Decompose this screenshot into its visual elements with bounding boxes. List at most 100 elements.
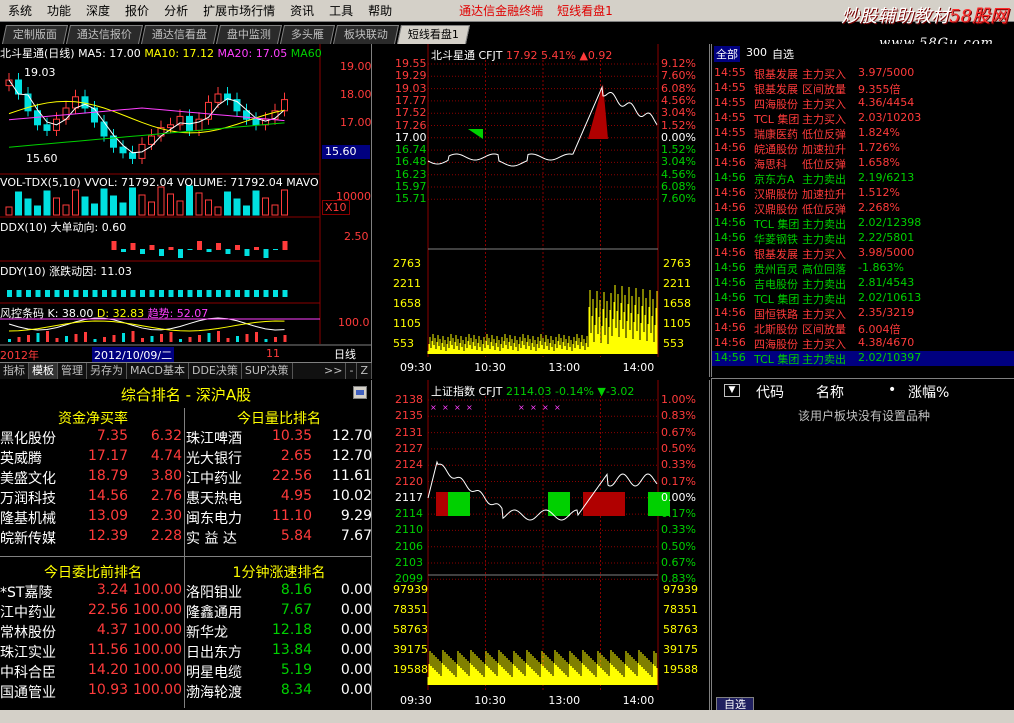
ticker-row[interactable]: 14:56 四海股份 主力买入 4.38/4670 [712, 336, 1014, 351]
ranking-row[interactable]: 珠江啤酒 10.35 12.70 [186, 428, 372, 448]
ranking-row[interactable]: 国通管业 10.93 100.00 [0, 682, 186, 702]
ticker-row[interactable]: 14:56 北斯股份 区间放量 6.004倍 [712, 321, 1014, 336]
ranking-row[interactable]: 光大银行 2.65 12.70 [186, 448, 372, 468]
ranking-row[interactable]: 珠江实业 11.56 100.00 [0, 642, 186, 662]
menu-4[interactable]: 分析 [156, 2, 195, 19]
menu-7[interactable]: 工具 [321, 2, 360, 19]
ticker-row[interactable]: 14:56 海思科 低位反弹 1.658% [712, 156, 1014, 171]
ticker-row[interactable]: 14:56 汉鼎股份 低位反弹 2.268% [712, 201, 1014, 216]
ranking-row[interactable]: 惠天热电 4.95 10.02 [186, 488, 372, 508]
ranking-row[interactable]: 日出东方 13.84 0.00 [186, 642, 372, 662]
indicator-tab-0[interactable]: 指标 [0, 363, 29, 379]
menu-2[interactable]: 深度 [78, 2, 117, 19]
ddx-bar [168, 247, 174, 250]
ticker-time: 14:56 [714, 171, 746, 184]
layout-tab-6[interactable]: 短线看盘1 [396, 25, 471, 44]
intraday-chart-index[interactable]: × × × × × × × × [373, 380, 710, 710]
ranking-row[interactable]: 英威腾 17.17 4.74 [0, 448, 186, 468]
ranking-row[interactable]: 美盛文化 18.79 3.80 [0, 468, 186, 488]
indicator-tab-8[interactable]: - [346, 363, 358, 379]
ticker-row[interactable]: 14:56 TCL 集团 主力卖出 2.02/12398 [712, 216, 1014, 231]
ticker-row[interactable]: 14:56 TCL 集团 主力卖出 2.02/10397 [712, 351, 1014, 366]
menu-8[interactable]: 帮助 [360, 2, 399, 19]
ticker-tab-all[interactable]: 全部 [714, 46, 740, 62]
indicator-tab-2[interactable]: 管理 [58, 363, 87, 379]
indicator-tab-4[interactable]: MACD基本 [127, 363, 189, 379]
layout-tab-2[interactable]: 通达信看盘 [140, 25, 219, 44]
menu-5[interactable]: 扩展市场行情 [195, 2, 282, 19]
watch-col-pct[interactable]: 涨幅% [908, 382, 949, 402]
ticker-row[interactable]: 14:56 TCL 集团 主力卖出 2.02/10613 [712, 291, 1014, 306]
watch-col-name[interactable]: 名称 [816, 382, 844, 402]
ranking-row[interactable]: 江中药业 22.56 100.00 [0, 602, 186, 622]
menu-highlight-1[interactable]: 短线看盘1 [557, 2, 613, 19]
indicator-tab-1[interactable]: 模板 [29, 363, 58, 379]
ticker-row[interactable]: 14:56 贵州百灵 高位回落 -1.863% [712, 261, 1014, 276]
ranking-row[interactable]: 新华龙 12.18 0.00 [186, 622, 372, 642]
ranking-row[interactable]: 皖新传媒 12.39 2.28 [0, 528, 186, 548]
ticker-row[interactable]: 14:56 汉鼎股份 加速拉升 1.512% [712, 186, 1014, 201]
ddx-bar [187, 249, 193, 250]
ranking-row[interactable]: 常林股份 4.37 100.00 [0, 622, 186, 642]
ticker-row[interactable]: 14:55 瑞康医药 低位反弹 1.824% [712, 126, 1014, 141]
ticker-row[interactable]: 14:56 华菱钢铁 主力卖出 2.22/5801 [712, 231, 1014, 246]
ticker-row[interactable]: 14:55 银基发展 区间放量 9.355倍 [712, 81, 1014, 96]
layout-tab-5[interactable]: 板块联动 [332, 25, 400, 44]
ticker-row[interactable]: 14:56 国恒铁路 主力买入 2.35/3219 [712, 306, 1014, 321]
ddy-bar [45, 290, 50, 297]
ranking-row[interactable]: 明星电缆 5.19 0.00 [186, 662, 372, 682]
ticker-row[interactable]: 14:55 四海股份 主力买入 4.36/4454 [712, 96, 1014, 111]
ranking-row[interactable]: 隆鑫通用 7.67 0.00 [186, 602, 372, 622]
menu-3[interactable]: 报价 [117, 2, 156, 19]
intraday2-time-label: 14:00 [622, 694, 655, 707]
watch-col-code[interactable]: 代码 [756, 382, 784, 402]
ranking-row[interactable]: 江中药业 22.56 11.61 [186, 468, 372, 488]
watch-tab-self[interactable]: 自选 [716, 697, 754, 711]
ticker-event: 主力买入 [802, 98, 846, 111]
ranking-row[interactable]: 闽东电力 11.10 9.29 [186, 508, 372, 528]
ticker-row[interactable]: 14:56 银基发展 主力买入 3.98/5000 [712, 246, 1014, 261]
indicator-tab-9[interactable]: Z [357, 363, 372, 379]
kline-period[interactable]: 日线 [334, 346, 356, 362]
menu-highlight-0[interactable]: 通达信金融终端 [459, 2, 543, 19]
ticker-row[interactable]: 14:56 吉电股份 主力卖出 2.81/4543 [712, 276, 1014, 291]
kd-bar [226, 338, 230, 342]
ticker-event: 低位反弹 [802, 128, 846, 141]
layout-tab-3[interactable]: 盘中监测 [215, 25, 283, 44]
ticker-row[interactable]: 14:55 银基发展 主力买入 3.97/5000 [712, 66, 1014, 81]
layout-tab-1[interactable]: 通达信报价 [65, 25, 144, 44]
intraday1-price-label: 17.26 [395, 118, 427, 132]
ranking-row[interactable]: 万润科技 14.56 2.76 [0, 488, 186, 508]
menu-1[interactable]: 功能 [39, 2, 78, 19]
indicator-tab-3[interactable]: 另存为 [87, 363, 127, 379]
ranking-row[interactable]: 黑化股份 7.35 6.32 [0, 428, 186, 448]
ticker-row[interactable]: 14:56 京东方A 主力卖出 2.19/6213 [712, 171, 1014, 186]
menu-6[interactable]: 资讯 [282, 2, 321, 19]
ddx-bar [140, 249, 145, 254]
ticker-stock: 华菱钢铁 [754, 233, 798, 246]
ticker-time: 14:55 [714, 111, 746, 124]
ticker-row[interactable]: 14:56 皖通股份 加速拉升 1.726% [712, 141, 1014, 156]
intraday-panel[interactable]: 北斗星通 CFJT 17.92 5.41% ▲0.92 19.55 9.12% 19… [373, 44, 710, 377]
sort-toggle-icon[interactable]: ▼ [724, 384, 740, 397]
ranking-row[interactable]: 中科合臣 14.20 100.00 [0, 662, 186, 682]
layout-tab-label: 板块联动 [343, 28, 388, 41]
ranking-row[interactable]: 实 益 达 5.84 7.67 [186, 528, 372, 548]
indicator-tab-6[interactable]: SUP决策 [242, 363, 293, 379]
indicator-tab-7[interactable]: >> [321, 363, 347, 379]
indicator-tab-5[interactable]: DDE决策 [189, 363, 242, 379]
ranking-row[interactable]: 隆基机械 13.09 2.30 [0, 508, 186, 528]
kd-bar [179, 339, 182, 342]
kd-bar [264, 339, 268, 342]
layout-tab-4[interactable]: 多头雁 [279, 25, 336, 44]
ticker-tab-300[interactable]: 300 [746, 46, 767, 59]
ticker-row[interactable]: 14:55 TCL 集团 主力买入 2.03/10203 [712, 111, 1014, 126]
kline-panel[interactable]: 北斗星通(日线) MA5: 17.00 MA10: 17.12 MA20: 17… [0, 44, 372, 363]
ticker-tab-watch[interactable]: 自选 [772, 46, 794, 62]
ranking-row[interactable]: 洛阳钼业 8.16 0.00 [186, 582, 372, 602]
ranking-row[interactable]: 渤海轮渡 8.34 0.00 [186, 682, 372, 702]
layout-tab-0[interactable]: 定制版面 [1, 25, 69, 44]
index-panel[interactable]: × × × × × × × × 上证指数 CFJT 2114.03 -0.14% ▼-3.02… [373, 380, 710, 710]
menu-0[interactable]: 系统 [0, 2, 39, 19]
ranking-row[interactable]: *ST嘉陵 3.24 100.00 [0, 582, 186, 602]
